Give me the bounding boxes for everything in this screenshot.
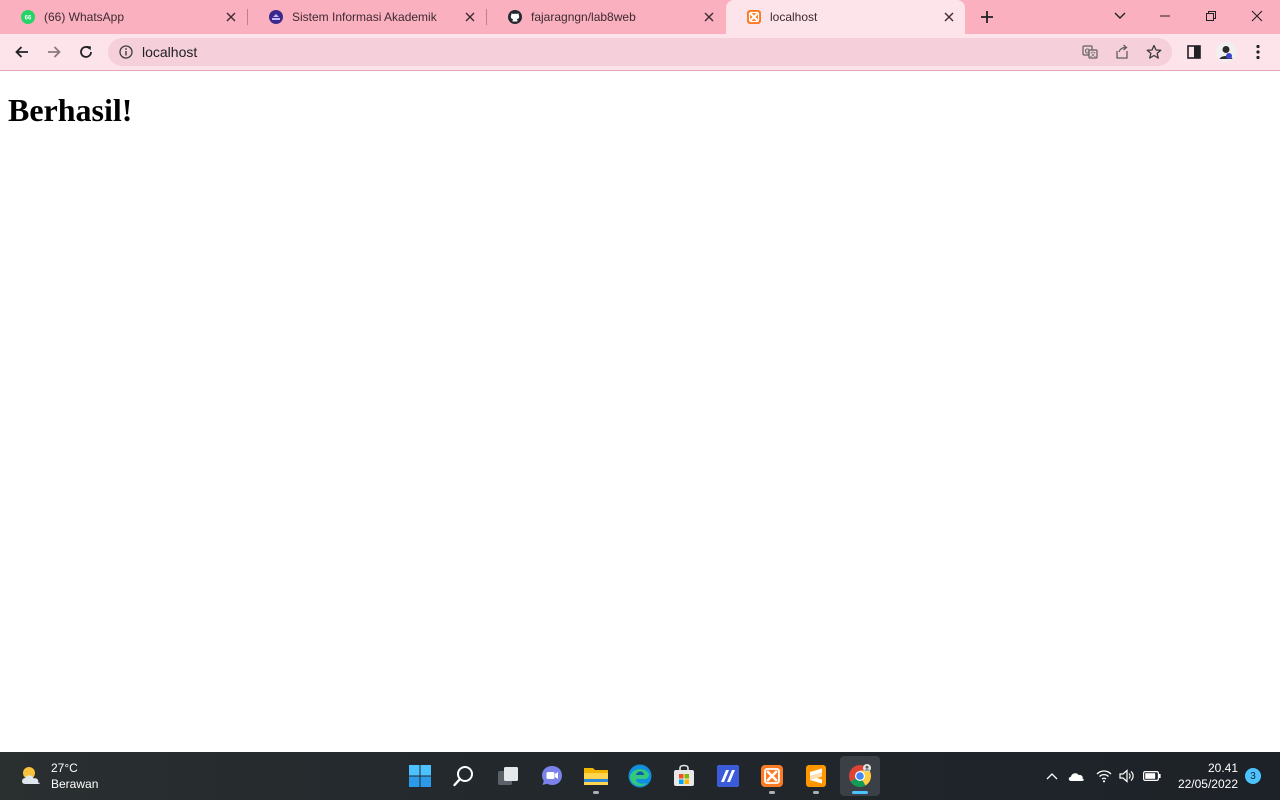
- tab-title: fajaragngn/lab8web: [531, 10, 636, 24]
- weather-temperature: 27°C: [51, 761, 78, 775]
- restore-button[interactable]: [1188, 0, 1234, 32]
- teams-chat-icon: [542, 766, 562, 785]
- taskbar-sublime-text[interactable]: [796, 756, 836, 796]
- share-icon[interactable]: [1114, 44, 1130, 60]
- back-button[interactable]: [8, 38, 36, 66]
- plus-icon: [981, 11, 993, 23]
- xampp-icon: [747, 10, 761, 24]
- taskbar-edge[interactable]: [620, 756, 660, 796]
- tab-strip: 66 (66) WhatsApp Sistem Informasi Akadem…: [0, 0, 1280, 34]
- microsoft-store-icon: [674, 764, 694, 786]
- search-icon: [453, 766, 473, 787]
- windows-taskbar: 27°C Berawan 20.41 22/05/2022 3: [0, 752, 1280, 800]
- onedrive-tray-button[interactable]: [1066, 766, 1086, 786]
- taskbar-file-explorer[interactable]: [576, 756, 616, 796]
- system-clock[interactable]: 20.41 22/05/2022: [1166, 760, 1238, 792]
- close-icon[interactable]: [941, 9, 957, 25]
- volume-tray-button[interactable]: [1117, 766, 1137, 786]
- close-window-button[interactable]: [1234, 0, 1280, 32]
- profile-button[interactable]: [1212, 38, 1240, 66]
- chrome-icon: [849, 764, 871, 787]
- task-view-icon: [498, 767, 518, 785]
- edge-icon: [628, 764, 652, 788]
- running-indicator: [813, 791, 819, 794]
- notification-badge[interactable]: 3: [1245, 768, 1261, 784]
- xampp-icon: [761, 765, 783, 787]
- page-content: Berhasil!: [0, 71, 1280, 752]
- tab-search-button[interactable]: [1097, 0, 1143, 32]
- url-text[interactable]: localhost: [142, 44, 197, 60]
- restore-icon: [1206, 11, 1216, 21]
- tab-github-lab8web[interactable]: fajaragngn/lab8web: [487, 0, 725, 34]
- tab-title: localhost: [770, 10, 818, 24]
- more-vertical-icon: [1256, 44, 1260, 60]
- minimize-icon: [1160, 15, 1170, 17]
- arrow-right-icon: [48, 46, 61, 58]
- file-explorer-icon: [584, 768, 608, 785]
- arrow-left-icon: [15, 46, 28, 58]
- visual-studio-code-icon: [717, 765, 739, 787]
- info-icon[interactable]: [118, 44, 134, 60]
- page-heading: Berhasil!: [8, 92, 133, 128]
- bookmark-star-icon[interactable]: [1146, 44, 1162, 60]
- github-icon: [508, 10, 522, 24]
- chrome-menu-button[interactable]: [1244, 38, 1272, 66]
- partly-cloudy-icon: [22, 767, 40, 784]
- taskbar-xampp[interactable]: [752, 756, 792, 796]
- weather-condition: Berawan: [51, 777, 99, 791]
- side-panel-icon: [1187, 45, 1201, 59]
- battery-tray-button[interactable]: [1142, 766, 1162, 786]
- taskbar-task-view-button[interactable]: [488, 756, 528, 796]
- svg-text:文: 文: [1090, 51, 1096, 59]
- tab-localhost[interactable]: localhost: [726, 0, 965, 34]
- running-indicator: [593, 791, 599, 794]
- active-indicator: [852, 791, 868, 794]
- reload-icon: [80, 46, 92, 58]
- taskbar-visual-studio-code[interactable]: [708, 756, 748, 796]
- side-panel-button[interactable]: [1180, 38, 1208, 66]
- close-icon: [1251, 10, 1263, 22]
- sublime-text-icon: [806, 765, 826, 787]
- taskbar-microsoft-store[interactable]: [664, 756, 704, 796]
- minimize-button[interactable]: [1142, 0, 1188, 32]
- forward-button[interactable]: [40, 38, 68, 66]
- browser-toolbar: localhost G文: [0, 34, 1280, 70]
- clock-date: 22/05/2022: [1177, 777, 1238, 791]
- taskbar-start-button[interactable]: [400, 756, 440, 796]
- whatsapp-icon: 66: [21, 10, 35, 24]
- university-icon: [269, 10, 283, 24]
- taskbar-chat-button[interactable]: [532, 756, 572, 796]
- tab-whatsapp[interactable]: 66 (66) WhatsApp: [0, 0, 247, 34]
- weather-widget[interactable]: 27°C Berawan: [18, 760, 98, 792]
- address-bar[interactable]: localhost G文: [108, 38, 1172, 66]
- tab-sistem-informasi-akademik[interactable]: Sistem Informasi Akademik: [248, 0, 486, 34]
- wifi-tray-button[interactable]: [1094, 766, 1114, 786]
- clock-time: 20.41: [1207, 761, 1238, 775]
- wifi-icon: [1096, 770, 1112, 783]
- onedrive-cloud-icon: [1068, 773, 1084, 781]
- windows-start-icon: [409, 765, 431, 787]
- close-icon[interactable]: [701, 9, 717, 25]
- taskbar-search-button[interactable]: [444, 756, 484, 796]
- battery-icon: [1143, 771, 1161, 781]
- chevron-down-icon: [1114, 12, 1126, 19]
- svg-text:66: 66: [25, 16, 32, 22]
- reload-button[interactable]: [72, 38, 100, 66]
- new-tab-button[interactable]: [976, 6, 998, 28]
- tab-title: (66) WhatsApp: [44, 10, 125, 24]
- close-icon[interactable]: [462, 9, 478, 25]
- translate-icon[interactable]: G文: [1082, 44, 1098, 60]
- close-icon[interactable]: [223, 9, 239, 25]
- speaker-icon: [1119, 769, 1134, 783]
- chevron-up-icon: [1046, 773, 1058, 780]
- running-indicator: [769, 791, 775, 794]
- show-hidden-icons-button[interactable]: [1042, 766, 1062, 786]
- taskbar-chrome[interactable]: [840, 756, 880, 796]
- avatar: [1216, 42, 1236, 62]
- tab-title: Sistem Informasi Akademik: [292, 10, 437, 24]
